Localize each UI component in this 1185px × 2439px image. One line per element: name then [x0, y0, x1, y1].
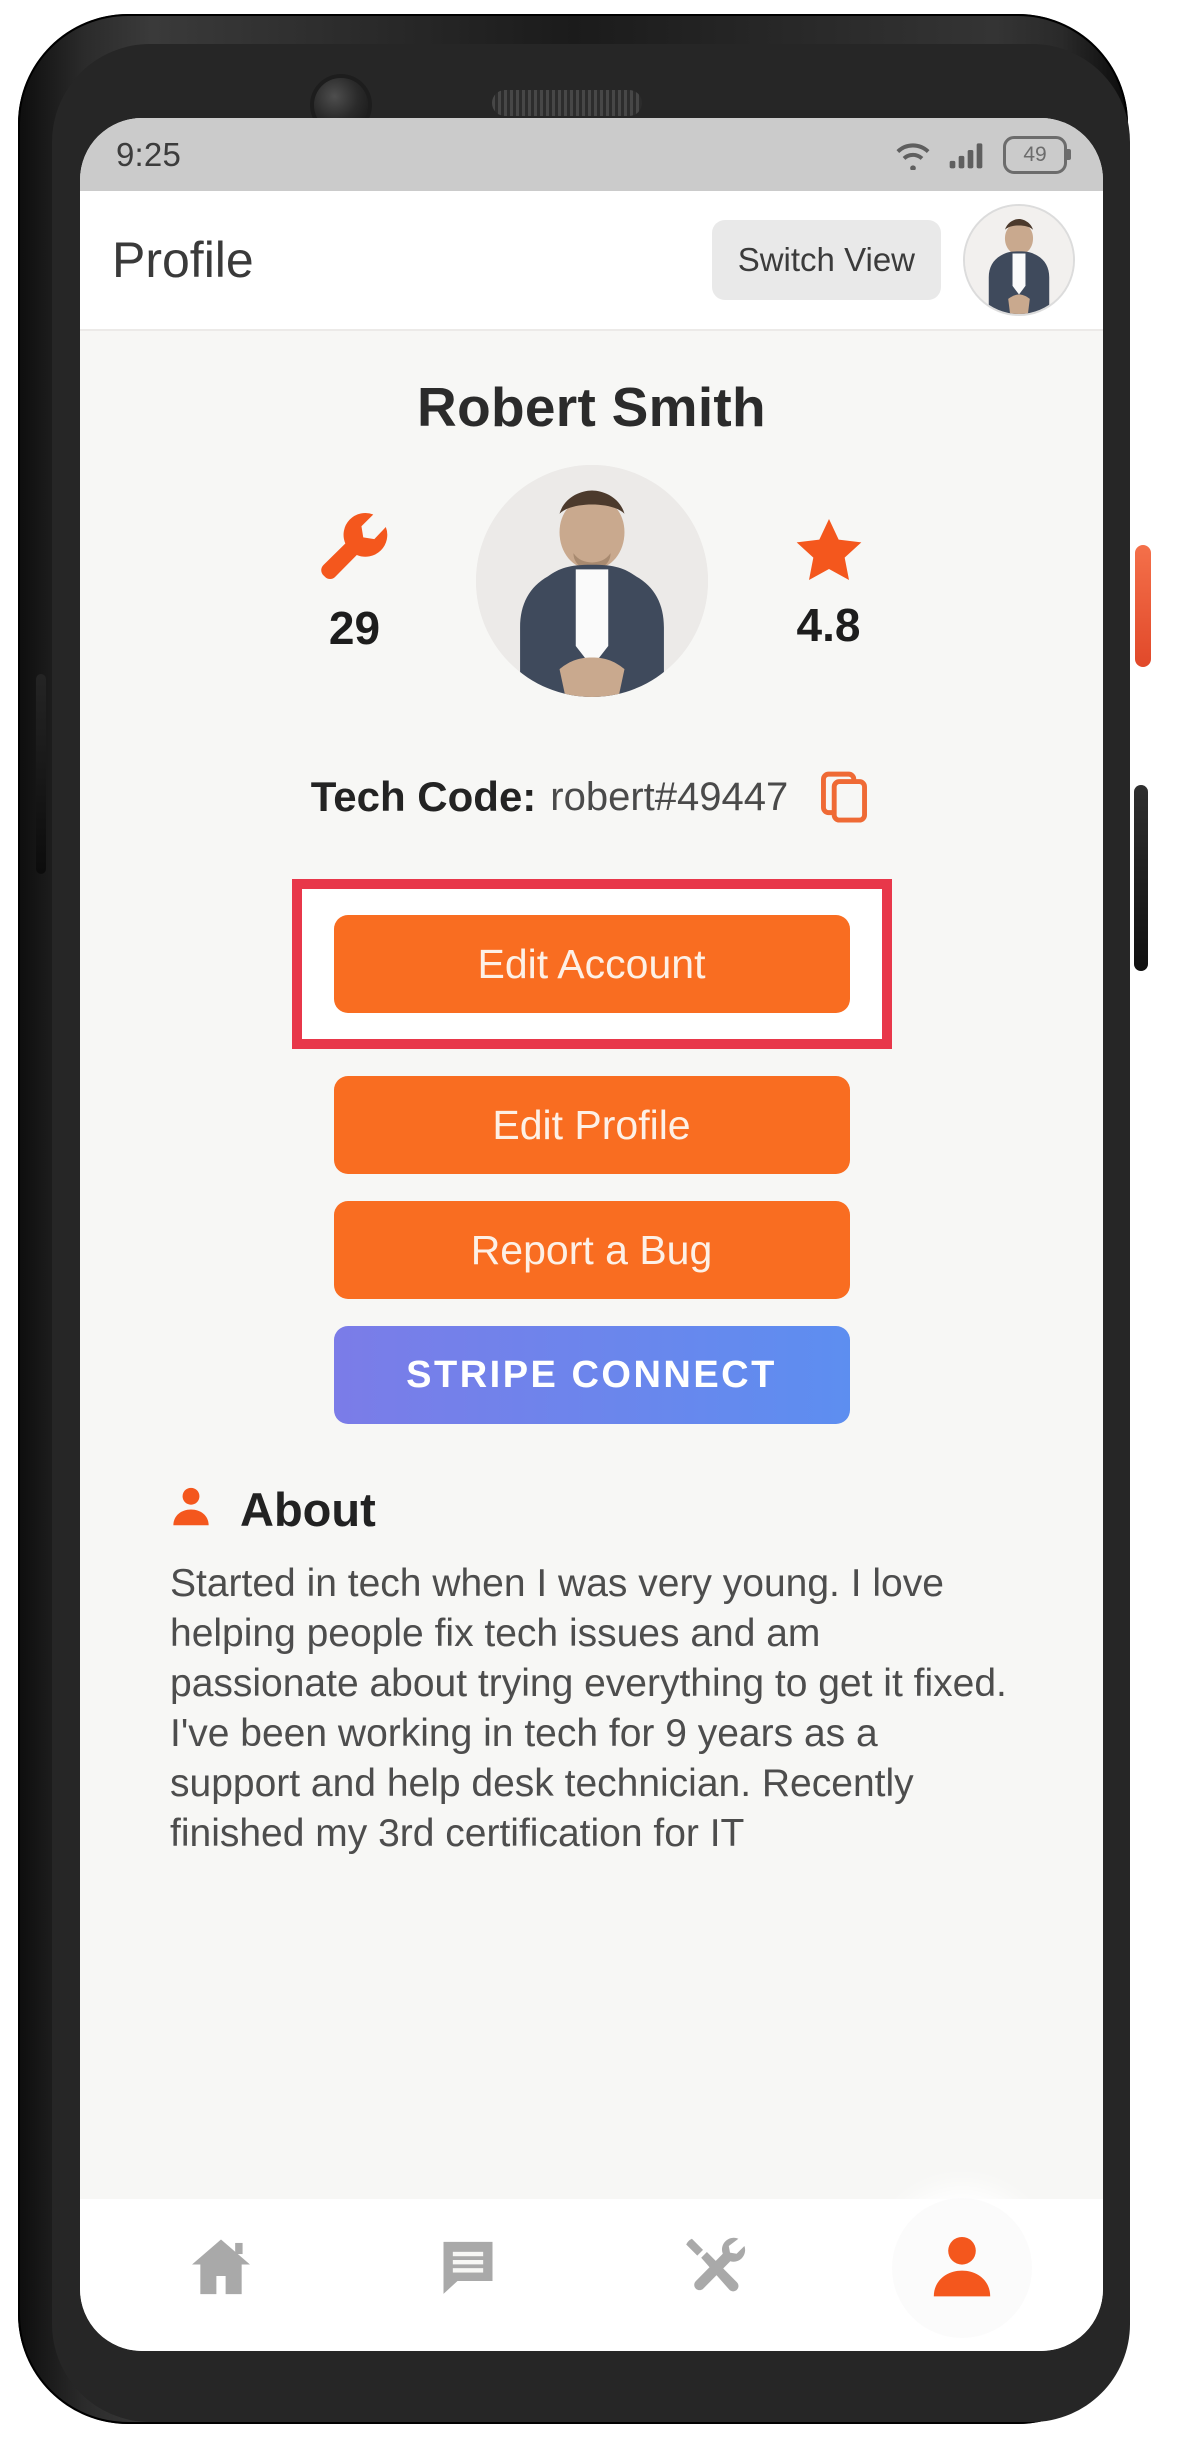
report-bug-button[interactable]: Report a Bug: [333, 1201, 850, 1299]
nav-jobs[interactable]: [640, 2213, 790, 2323]
tech-code-row: Tech Code: robert#49447: [80, 769, 1103, 825]
power-button[interactable]: [1135, 545, 1151, 667]
phone-screen: 9:25 49 Profile Switch View Robert Smith…: [80, 118, 1103, 2351]
cellular-signal-icon: [948, 140, 988, 170]
phone-frame: 9:25 49 Profile Switch View Robert Smith…: [18, 14, 1151, 2424]
app-header: Profile Switch View: [80, 191, 1103, 331]
chat-icon: [433, 2232, 503, 2305]
about-text: Started in tech when I was very young. I…: [170, 1562, 1007, 1855]
tech-code-label: Tech Code:: [310, 773, 537, 820]
status-icons: 49: [893, 135, 1071, 174]
earpiece-speaker: [492, 90, 642, 116]
nav-home[interactable]: [146, 2213, 296, 2323]
person-icon: [168, 1484, 214, 1535]
page-title: Profile: [112, 232, 254, 288]
switch-view-button[interactable]: Switch View: [711, 220, 941, 300]
profile-name: Robert Smith: [417, 376, 766, 438]
star-icon: [789, 518, 869, 595]
about-title: About: [240, 1483, 376, 1536]
edit-account-button[interactable]: Edit Account: [333, 915, 850, 1013]
nav-messages[interactable]: [393, 2213, 543, 2323]
status-bar: 9:25 49: [80, 118, 1103, 191]
nav-profile[interactable]: [887, 2198, 1037, 2338]
screenshot-stage: 9:25 49 Profile Switch View Robert Smith…: [0, 0, 1185, 2439]
home-icon: [184, 2230, 258, 2307]
rating-value: 4.8: [796, 598, 861, 651]
rating-stat: 4.8: [754, 511, 904, 652]
battery-level: 49: [1023, 143, 1047, 166]
about-header: About: [168, 1482, 1103, 1537]
stripe-connect-button[interactable]: STRIPE CONNECT: [333, 1326, 850, 1424]
tech-code-value: robert#49447: [550, 774, 789, 819]
person-icon: [926, 2231, 998, 2306]
profile-avatar: [475, 465, 708, 697]
tools-icon: [679, 2231, 751, 2306]
bottom-navigation: [80, 2198, 1103, 2351]
left-side-button[interactable]: [36, 674, 46, 874]
copy-icon[interactable]: [802, 769, 872, 825]
profile-content: Robert Smith 29 4.8 Tech Code: robert#49…: [80, 331, 1103, 2199]
jobs-count: 29: [328, 601, 381, 654]
jobs-stat: 29: [280, 508, 430, 655]
edit-account-highlight: Edit Account: [291, 879, 892, 1049]
wrench-icon: [312, 512, 398, 598]
status-time: 9:25: [116, 135, 182, 173]
wifi-icon: [893, 140, 933, 170]
action-buttons: Edit Account Edit Profile Report a Bug S…: [80, 879, 1103, 1424]
profile-stats: 29 4.8: [80, 465, 1103, 697]
header-avatar[interactable]: [963, 204, 1075, 316]
volume-button[interactable]: [1134, 785, 1148, 971]
battery-icon: 49: [1003, 135, 1071, 174]
edit-profile-button[interactable]: Edit Profile: [333, 1076, 850, 1174]
